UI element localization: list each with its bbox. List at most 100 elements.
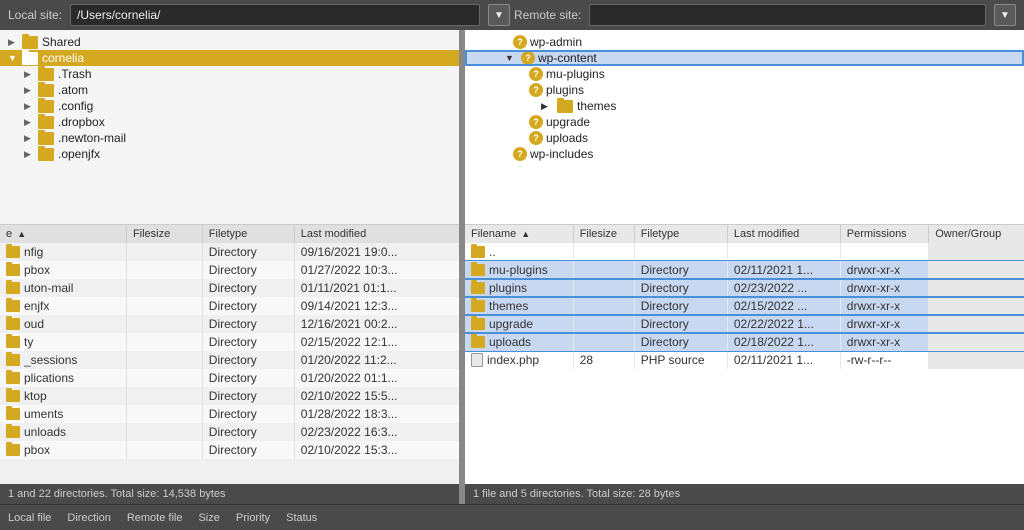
col-filesize[interactable]: Filesize — [126, 225, 202, 243]
table-row[interactable]: enjfx Directory 09/14/2021 12:3... — [0, 297, 459, 315]
tree-item-wp-admin[interactable]: ? wp-admin — [465, 34, 1024, 50]
tree-label-trash: .Trash — [58, 67, 92, 81]
tree-item-uploads[interactable]: ? uploads — [465, 130, 1024, 146]
local-path-input[interactable] — [70, 4, 480, 26]
rcol-filesize[interactable]: Filesize — [573, 225, 634, 243]
rcell-filesize — [573, 333, 634, 351]
tree-item-wp-content[interactable]: ▼ ? wp-content — [465, 50, 1024, 66]
rcell-permissions: drwxr-xr-x — [840, 297, 928, 315]
tree-item-atom[interactable]: ▶ .atom — [0, 82, 459, 98]
table-row[interactable]: pbox Directory 02/10/2022 15:3... — [0, 441, 459, 459]
panels: ▶ Shared ▼ cornelia ▶ — [0, 30, 1024, 504]
table-row[interactable]: ty Directory 02/15/2022 12:1... — [0, 333, 459, 351]
rcell-modified: 02/11/2021 1... — [727, 261, 840, 279]
right-file-list[interactable]: Filename ▲ Filesize Filetype Last modifi… — [465, 225, 1024, 484]
cell-filesize — [126, 261, 202, 279]
rcol-modified[interactable]: Last modified — [727, 225, 840, 243]
tree-item-dropbox[interactable]: ▶ .dropbox — [0, 114, 459, 130]
cell-filesize — [126, 423, 202, 441]
table-row[interactable]: nfig Directory 09/16/2021 19:0... — [0, 243, 459, 261]
tree-item-cornelia[interactable]: ▼ cornelia — [0, 50, 459, 66]
tree-item-themes[interactable]: ▶ themes — [465, 98, 1024, 114]
table-row[interactable]: .. — [465, 243, 1024, 261]
table-row[interactable]: plugins Directory 02/23/2022 ... drwxr-x… — [465, 279, 1024, 297]
rcell-owner — [929, 297, 1024, 315]
table-row[interactable]: oud Directory 12/16/2021 00:2... — [0, 315, 459, 333]
remote-site-label: Remote site: — [514, 8, 581, 22]
cell-filename: enjfx — [0, 297, 126, 315]
cell-filesize — [126, 315, 202, 333]
cell-modified: 01/11/2021 01:1... — [294, 279, 459, 297]
tree-item-plugins[interactable]: ? plugins — [465, 82, 1024, 98]
cell-modified: 02/23/2022 16:3... — [294, 423, 459, 441]
tree-label-atom: .atom — [58, 83, 88, 97]
tree-label-shared: Shared — [42, 35, 81, 49]
tree-label-newton: .newton-mail — [58, 131, 126, 145]
local-path-dropdown[interactable]: ▼ — [488, 4, 510, 26]
remote-path-input[interactable] — [589, 4, 986, 26]
cell-modified: 02/10/2022 15:3... — [294, 441, 459, 459]
rcell-filename: index.php — [465, 351, 573, 369]
tree-item-config[interactable]: ▶ .config — [0, 98, 459, 114]
rcell-filesize — [573, 297, 634, 315]
left-tree-area[interactable]: ▶ Shared ▼ cornelia ▶ — [0, 30, 459, 225]
arrow-icon-trash: ▶ — [24, 69, 38, 80]
remote-path-dropdown[interactable]: ▼ — [994, 4, 1016, 26]
tree-item-shared[interactable]: ▶ Shared — [0, 34, 459, 50]
table-row[interactable]: mu-plugins Directory 02/11/2021 1... drw… — [465, 261, 1024, 279]
rcell-filename: themes — [465, 297, 573, 315]
tree-item-newton[interactable]: ▶ .newton-mail — [0, 130, 459, 146]
table-row[interactable]: _sessions Directory 01/20/2022 11:2... — [0, 351, 459, 369]
tree-item-trash[interactable]: ▶ .Trash — [0, 66, 459, 82]
cell-modified: 09/16/2021 19:0... — [294, 243, 459, 261]
col-modified[interactable]: Last modified — [294, 225, 459, 243]
tree-item-mu-plugins[interactable]: ? mu-plugins — [465, 66, 1024, 82]
tree-label-config: .config — [58, 99, 93, 113]
rcell-modified: 02/15/2022 ... — [727, 297, 840, 315]
cell-modified: 02/15/2022 12:1... — [294, 333, 459, 351]
right-file-table: Filename ▲ Filesize Filetype Last modifi… — [465, 225, 1024, 369]
table-row[interactable]: uploads Directory 02/18/2022 1... drwxr-… — [465, 333, 1024, 351]
arrow-icon-newton: ▶ — [24, 133, 38, 144]
rcell-modified: 02/23/2022 ... — [727, 279, 840, 297]
tree-item-upgrade[interactable]: ? upgrade — [465, 114, 1024, 130]
local-file-label: Local file — [8, 512, 51, 524]
table-row[interactable]: uton-mail Directory 01/11/2021 01:1... — [0, 279, 459, 297]
rcell-filetype: Directory — [634, 261, 727, 279]
cell-filetype: Directory — [202, 261, 294, 279]
rcell-owner — [929, 333, 1024, 351]
rcol-filename[interactable]: Filename ▲ — [465, 225, 573, 243]
arrow-icon: ▶ — [8, 37, 22, 48]
table-row[interactable]: upgrade Directory 02/22/2022 1... drwxr-… — [465, 315, 1024, 333]
table-row[interactable]: uments Directory 01/28/2022 18:3... — [0, 405, 459, 423]
table-row[interactable]: themes Directory 02/15/2022 ... drwxr-xr… — [465, 297, 1024, 315]
rcell-modified: 02/18/2022 1... — [727, 333, 840, 351]
tree-label-upgrade: upgrade — [546, 115, 590, 129]
rcell-filename: upgrade — [465, 315, 573, 333]
direction-label: Direction — [67, 512, 110, 524]
rcell-filesize: 28 — [573, 351, 634, 369]
table-row[interactable]: unloads Directory 02/23/2022 16:3... — [0, 423, 459, 441]
cell-filename: pbox — [0, 261, 126, 279]
rcol-filetype[interactable]: Filetype — [634, 225, 727, 243]
rcell-owner — [929, 279, 1024, 297]
cell-filename: uments — [0, 405, 126, 423]
rcol-owner[interactable]: Owner/Group — [929, 225, 1024, 243]
table-row[interactable]: plications Directory 01/20/2022 01:1... — [0, 369, 459, 387]
tree-item-openjfx[interactable]: ▶ .openjfx — [0, 146, 459, 162]
cell-modified: 01/20/2022 01:1... — [294, 369, 459, 387]
right-tree-area[interactable]: ? wp-admin ▼ ? wp-content ? mu-plugins ? — [465, 30, 1024, 225]
left-file-list[interactable]: e ▲ Filesize Filetype Last modified nfig… — [0, 225, 459, 484]
cell-filename: oud — [0, 315, 126, 333]
col-filename[interactable]: e ▲ — [0, 225, 126, 243]
col-filetype[interactable]: Filetype — [202, 225, 294, 243]
table-row[interactable]: index.php 28 PHP source 02/11/2021 1... … — [465, 351, 1024, 369]
cell-filename: plications — [0, 369, 126, 387]
cell-filesize — [126, 333, 202, 351]
table-row[interactable]: pbox Directory 01/27/2022 10:3... — [0, 261, 459, 279]
table-row[interactable]: ktop Directory 02/10/2022 15:5... — [0, 387, 459, 405]
cell-filetype: Directory — [202, 405, 294, 423]
tree-item-wp-includes[interactable]: ? wp-includes — [465, 146, 1024, 162]
rcell-owner — [929, 243, 1024, 261]
rcol-permissions[interactable]: Permissions — [840, 225, 928, 243]
